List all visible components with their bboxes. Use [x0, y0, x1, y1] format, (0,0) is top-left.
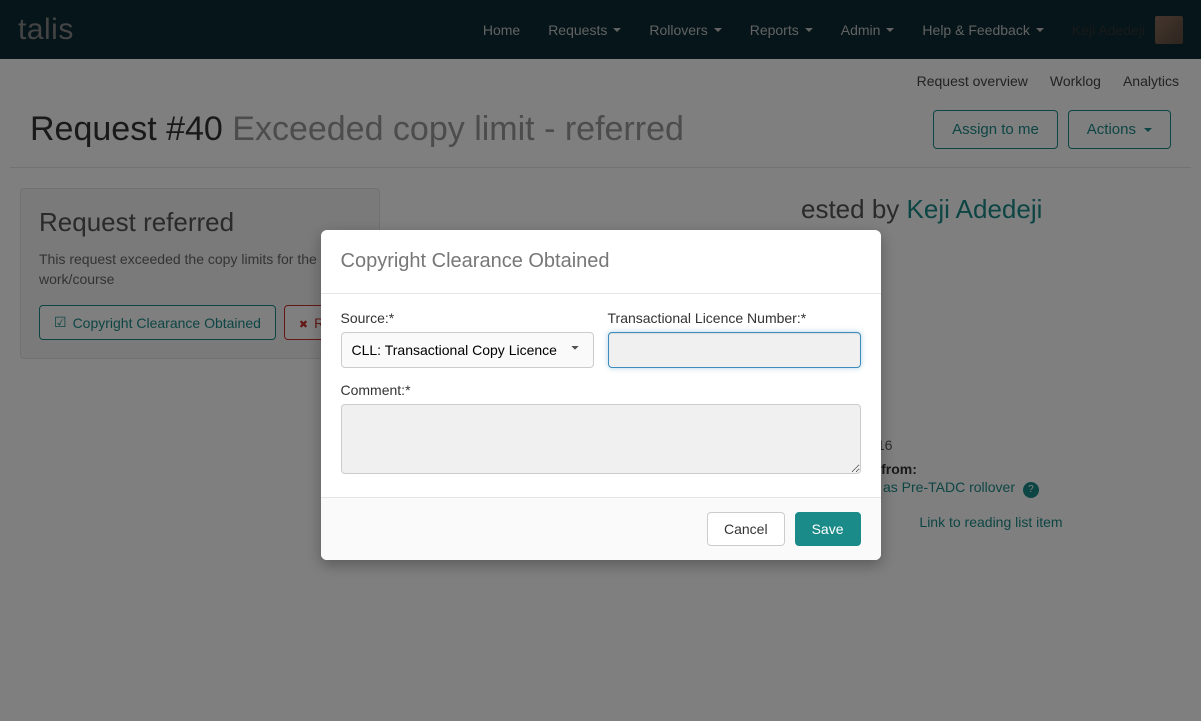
licence-input[interactable] — [608, 332, 861, 368]
modal-header: Copyright Clearance Obtained — [321, 230, 881, 294]
source-select[interactable]: CLL: Transactional Copy Licence — [341, 332, 594, 368]
source-label: Source:* — [341, 310, 594, 326]
licence-label: Transactional Licence Number:* — [608, 310, 861, 326]
save-button[interactable]: Save — [795, 512, 861, 546]
cancel-button[interactable]: Cancel — [707, 512, 785, 546]
source-group: Source:* CLL: Transactional Copy Licence — [341, 310, 594, 368]
modal-overlay[interactable]: Copyright Clearance Obtained Source:* CL… — [0, 0, 1201, 721]
modal-body: Source:* CLL: Transactional Copy Licence… — [321, 294, 881, 497]
comment-group: Comment:* — [341, 382, 861, 477]
modal-title: Copyright Clearance Obtained — [341, 250, 861, 273]
modal-footer: Cancel Save — [321, 497, 881, 560]
licence-group: Transactional Licence Number:* — [608, 310, 861, 368]
comment-textarea[interactable] — [341, 404, 861, 474]
comment-label: Comment:* — [341, 382, 861, 398]
clearance-modal: Copyright Clearance Obtained Source:* CL… — [321, 230, 881, 560]
